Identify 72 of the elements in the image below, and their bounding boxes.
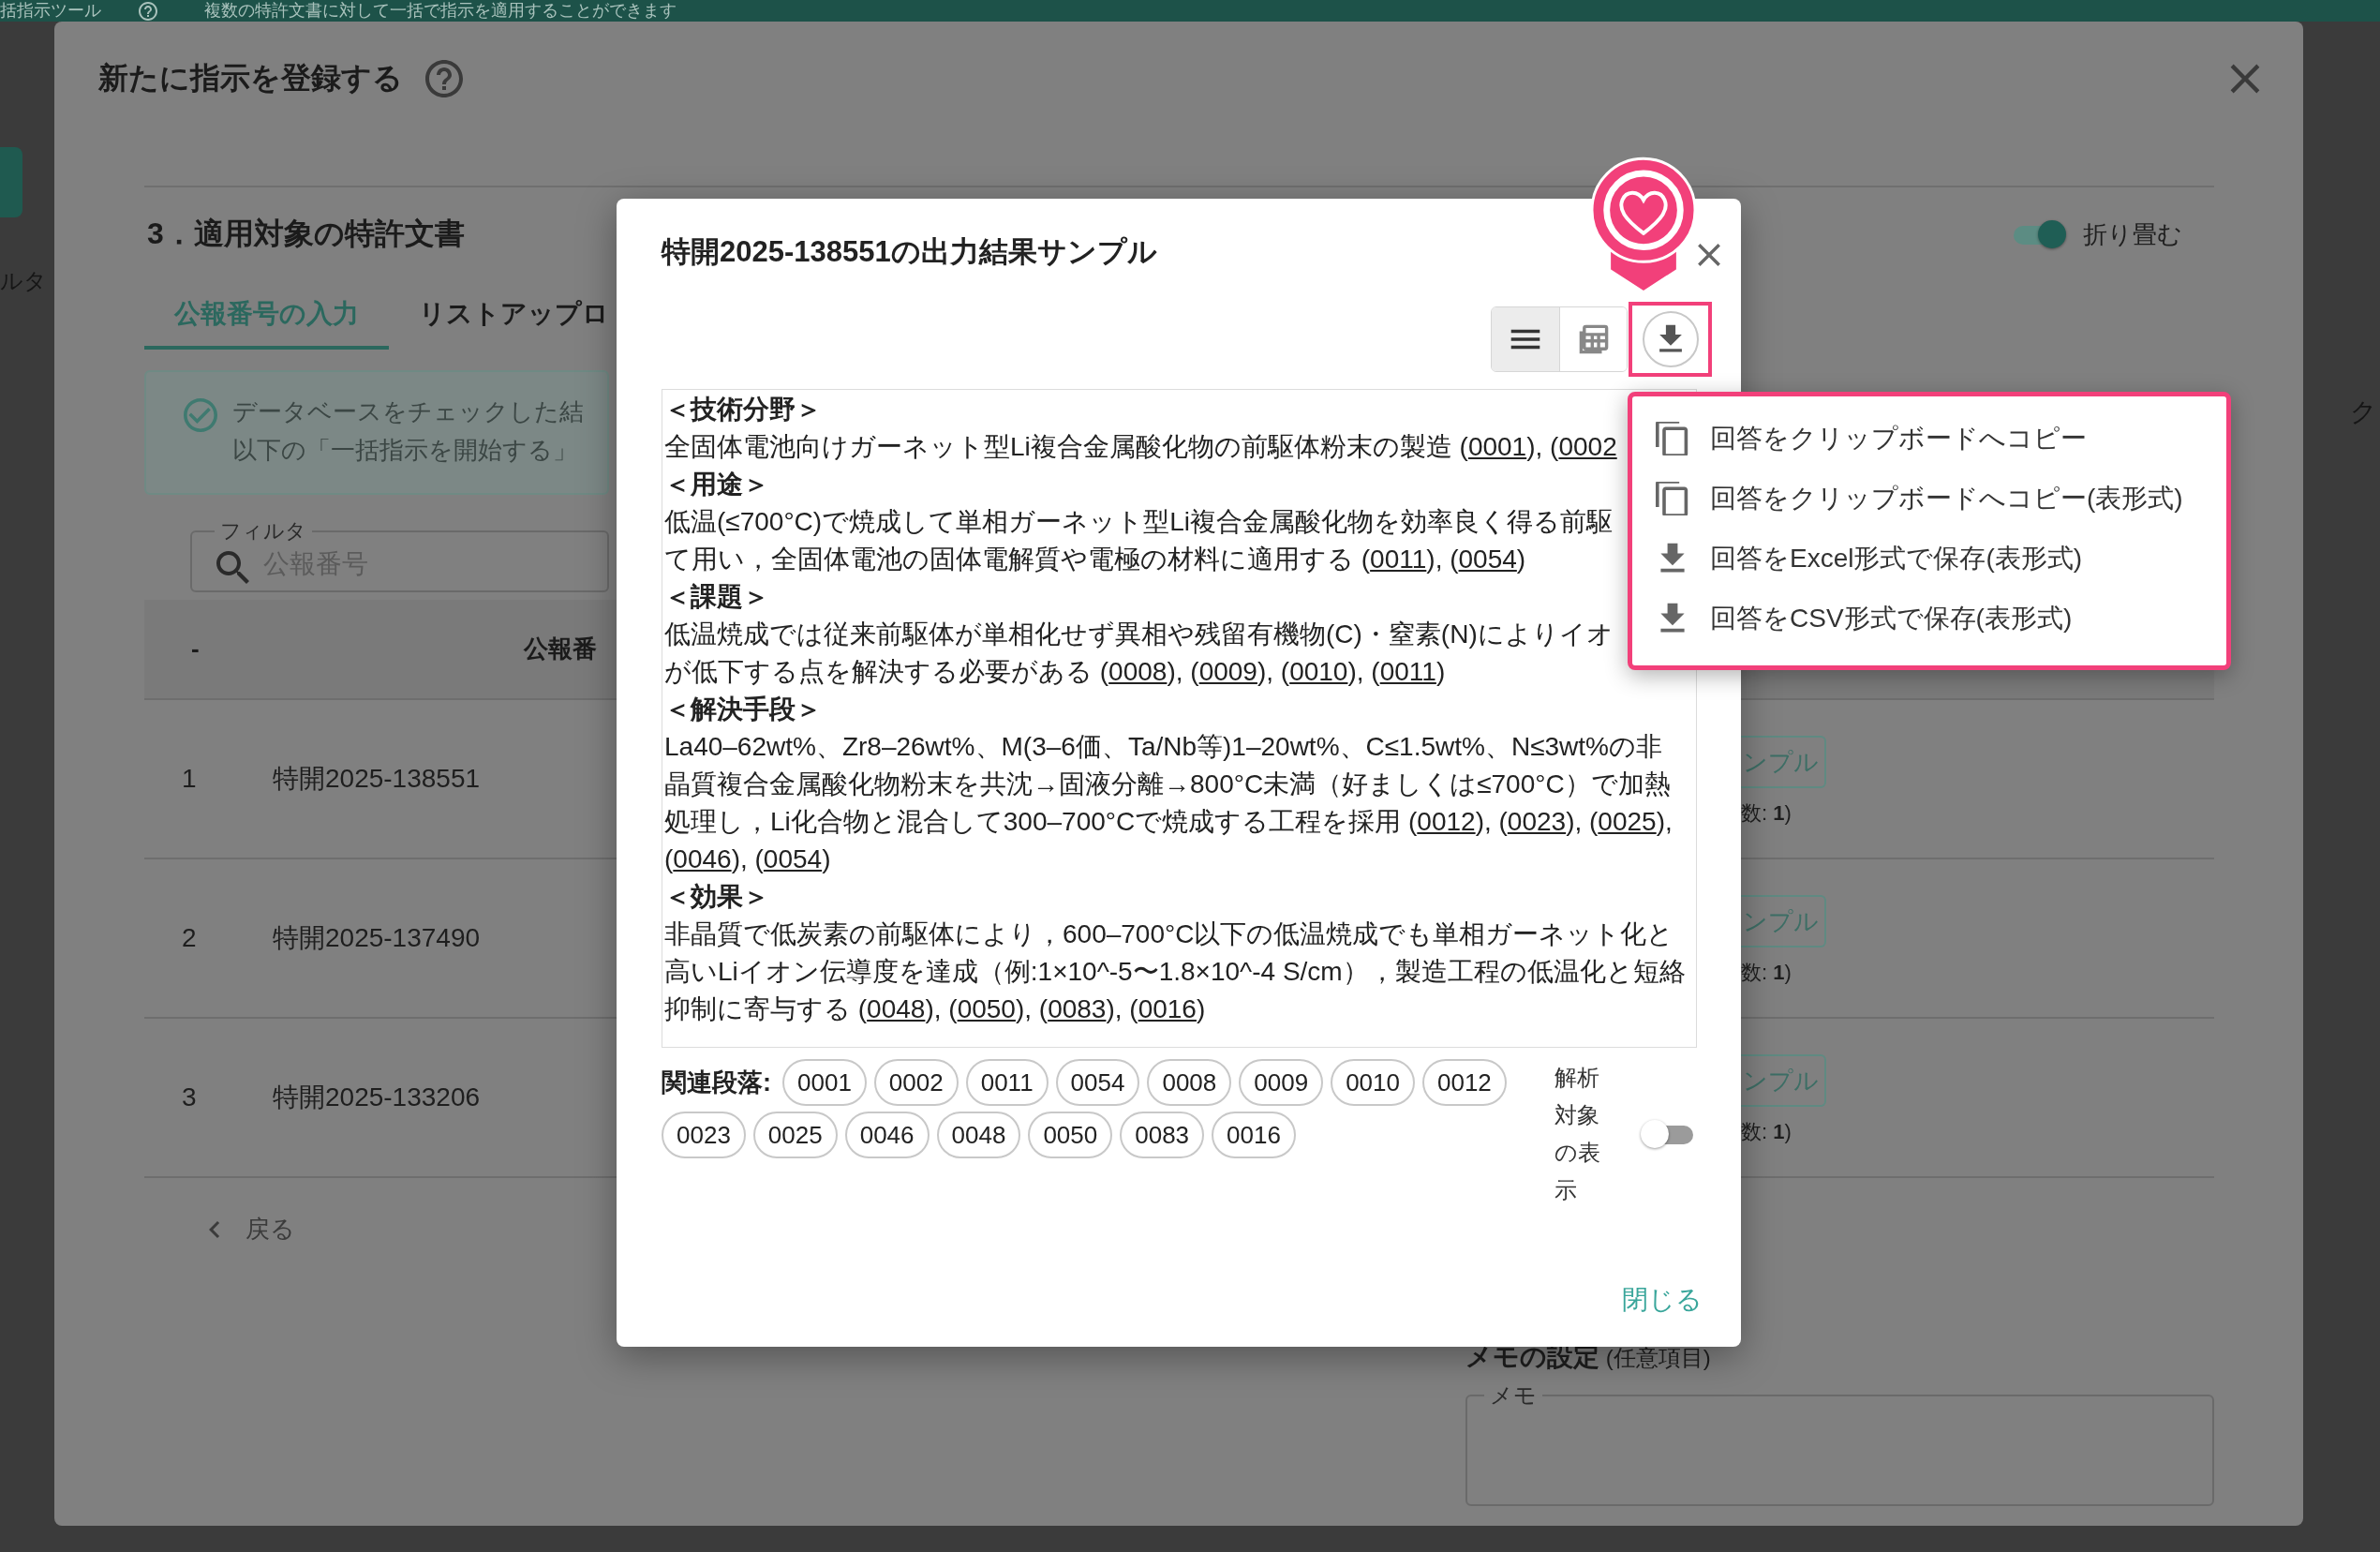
info-text: データベースをチェックした結 以下の「一括指示を開始する」 [232, 396, 584, 466]
section-heading: ＜技術分野＞ [664, 394, 822, 425]
column-header: 公報番 [523, 634, 597, 664]
reference-link[interactable]: 0025 [1598, 807, 1657, 836]
reference-link[interactable]: 0048 [867, 994, 926, 1023]
paragraph-chip[interactable]: 0016 [1212, 1112, 1296, 1158]
reference-link[interactable]: 0054 [763, 844, 823, 873]
table-cell: 2 [182, 923, 197, 953]
paragraph-chip[interactable]: 0009 [1239, 1059, 1324, 1106]
app-title: 括指示ツール [0, 0, 101, 22]
app-subtitle: 複数の特許文書に対して一括で指示を適用することができます [204, 0, 677, 22]
text-view-button[interactable] [1492, 307, 1559, 371]
reference-link[interactable]: 0083 [1048, 994, 1107, 1023]
section-heading: ＜用途＞ [664, 469, 769, 500]
paragraph-chip[interactable]: 0010 [1331, 1059, 1415, 1106]
toggle-label: 解析対象の表示 [1554, 1064, 1601, 1204]
paragraph-chip[interactable]: 0008 [1147, 1059, 1232, 1106]
count-note: 数: 1) [1741, 1119, 1792, 1145]
count-note: 数: 1) [1741, 800, 1792, 827]
paragraph-chip[interactable]: 0011 [965, 1059, 1049, 1106]
paragraph-chip[interactable]: 0012 [1422, 1059, 1507, 1106]
count-note: 数: 1) [1741, 960, 1792, 986]
table-cell: 1 [182, 764, 197, 794]
menu-item[interactable]: 回答をExcel形式で保存(表形式) [1632, 529, 2226, 589]
paragraph-text: 低温(≤700°C)で焼成して単相ガーネット型Li複合金属酸化物を効率良く得る前駆 て用い，全固体電池の固体電解質や電極の材料に適用する (0011), (0054) [664, 506, 1613, 575]
reference-link[interactable]: 0002 [1558, 432, 1617, 461]
reference-link[interactable]: 0001 [1467, 432, 1527, 461]
download-button[interactable] [1629, 302, 1712, 377]
copy-icon [1656, 422, 1689, 455]
section-heading: ＜課題＞ [664, 581, 769, 613]
reference-link[interactable]: 0008 [1108, 657, 1168, 686]
dialog-title: 新たに指示を登録する [98, 60, 403, 97]
table-cell-text: 特開2025-137490 [273, 922, 481, 954]
copy-icon [1656, 482, 1689, 515]
paragraph-text: 非晶質で低炭素の前駆体により，600–700°C以下の低温焼成でも単相ガーネット化と 高いLiイオン伝導度を達成（例:1×10^-5〜1.8×10^-4 S/cm），製造工程の低温化と短絡 抑制に寄与する (0048), (0050), (0083), (0016) [664, 918, 1686, 1025]
table-cell-text: 特開2025-133206 [273, 1082, 481, 1113]
menu-item[interactable]: 回答をクリップボードへコピー [1632, 409, 2226, 469]
reference-link[interactable]: 0050 [957, 994, 1016, 1023]
paragraph-chip[interactable]: 0002 [873, 1059, 959, 1106]
paragraph-text: 全固体電池向けガーネット型Li複合金属酸化物の前駆体粉末の製造 (0001), (0002 [664, 431, 1617, 463]
reference-link[interactable]: 0009 [1198, 657, 1257, 686]
reference-link[interactable]: 0011 [1379, 657, 1436, 686]
help-icon[interactable] [425, 60, 463, 97]
reference-link[interactable]: 0023 [1507, 807, 1567, 836]
paragraph-text: La40–62wt%、Zr8–26wt%、M(3–6価、Ta/Nb等)1–20wt%、C≤1.5wt%、N≤3wt%の非 晶質複合金属酸化物粉末を共沈→固液分離→800°C未満（好ましくは≤700°C）で加熱 処理し，Li化合物と混合して300–700°Cで焼成する工程を採用 (0012), (0023), (0025), (0046), (0054) [664, 731, 1673, 875]
modal-title: 特開2025-138551の出力結果サンプル [662, 234, 1157, 270]
toggle-label: 折り畳む [2083, 218, 2182, 250]
table-icon [1577, 323, 1610, 355]
paragraph-chip[interactable]: 0046 [844, 1112, 930, 1158]
section-heading: ＜効果＞ [664, 881, 769, 913]
section-heading: ＜解決手段＞ [664, 694, 822, 725]
reference-link[interactable]: 0046 [673, 844, 732, 873]
paragraph-chip[interactable]: 0001 [782, 1059, 867, 1106]
paragraph-chip[interactable]: 0050 [1028, 1112, 1113, 1158]
table-cell-text: 特開2025-138551 [273, 763, 481, 795]
section-title: 3．適用対象の特許文書 [147, 216, 465, 252]
paragraph-chip[interactable]: 0023 [662, 1112, 746, 1158]
paragraph-chip[interactable]: 0048 [936, 1112, 1021, 1158]
reference-link[interactable]: 0011 [1370, 545, 1427, 574]
menu-item[interactable]: 回答をクリップボードへコピー(表形式) [1632, 469, 2226, 529]
paragraph-chip[interactable]: 0083 [1120, 1112, 1205, 1158]
column-header: - [191, 634, 200, 664]
paragraph-chip[interactable]: 0054 [1055, 1059, 1140, 1106]
paragraph-text: 低温焼成では従来前駆体が単相化せず異相や残留有機物(C)・窒素(N)によりイオ が低下する点を解決する必要がある (0008), (0009), (0010), (0011) [664, 619, 1614, 688]
reference-link[interactable]: 0016 [1138, 994, 1197, 1023]
reference-link[interactable]: 0012 [1417, 807, 1476, 836]
related-label: 関連段落: [662, 1067, 771, 1098]
tab[interactable]: リストアップロ [389, 281, 609, 350]
paragraph-chip[interactable]: 0025 [752, 1112, 838, 1158]
menu-item[interactable]: 回答をCSV形式で保存(表形式) [1632, 589, 2226, 649]
table-cell: 3 [182, 1082, 197, 1112]
help-icon[interactable] [139, 1, 157, 21]
